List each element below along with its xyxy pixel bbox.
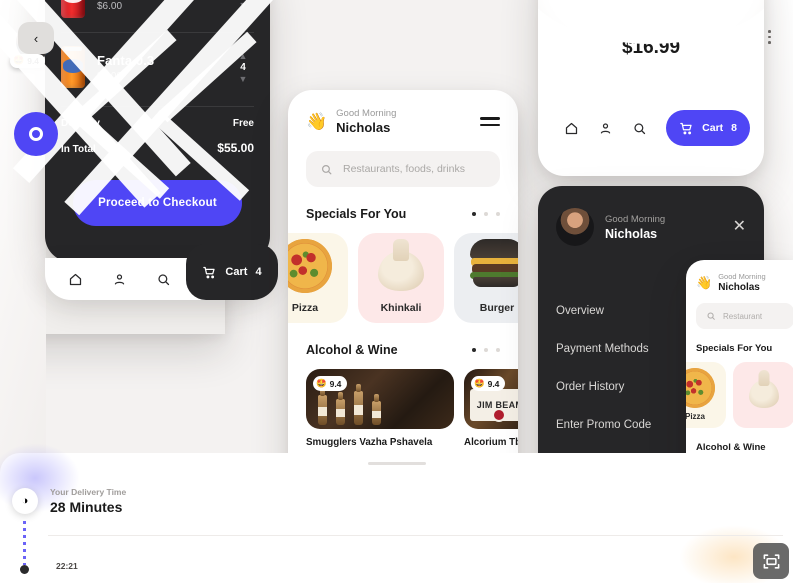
screenshot-stage: Coca Cola 0.3 $6.00 6 ▼ Fanta 0.3 $4.00 …: [0, 0, 793, 583]
fullscreen-icon: [763, 553, 779, 569]
delivery-map-panel: ‹ ◑ Your Delivery Time 28 Minutes 22:21: [0, 0, 793, 583]
fullscreen-button[interactable]: [753, 543, 789, 579]
map-location-pin-icon: [14, 112, 58, 156]
